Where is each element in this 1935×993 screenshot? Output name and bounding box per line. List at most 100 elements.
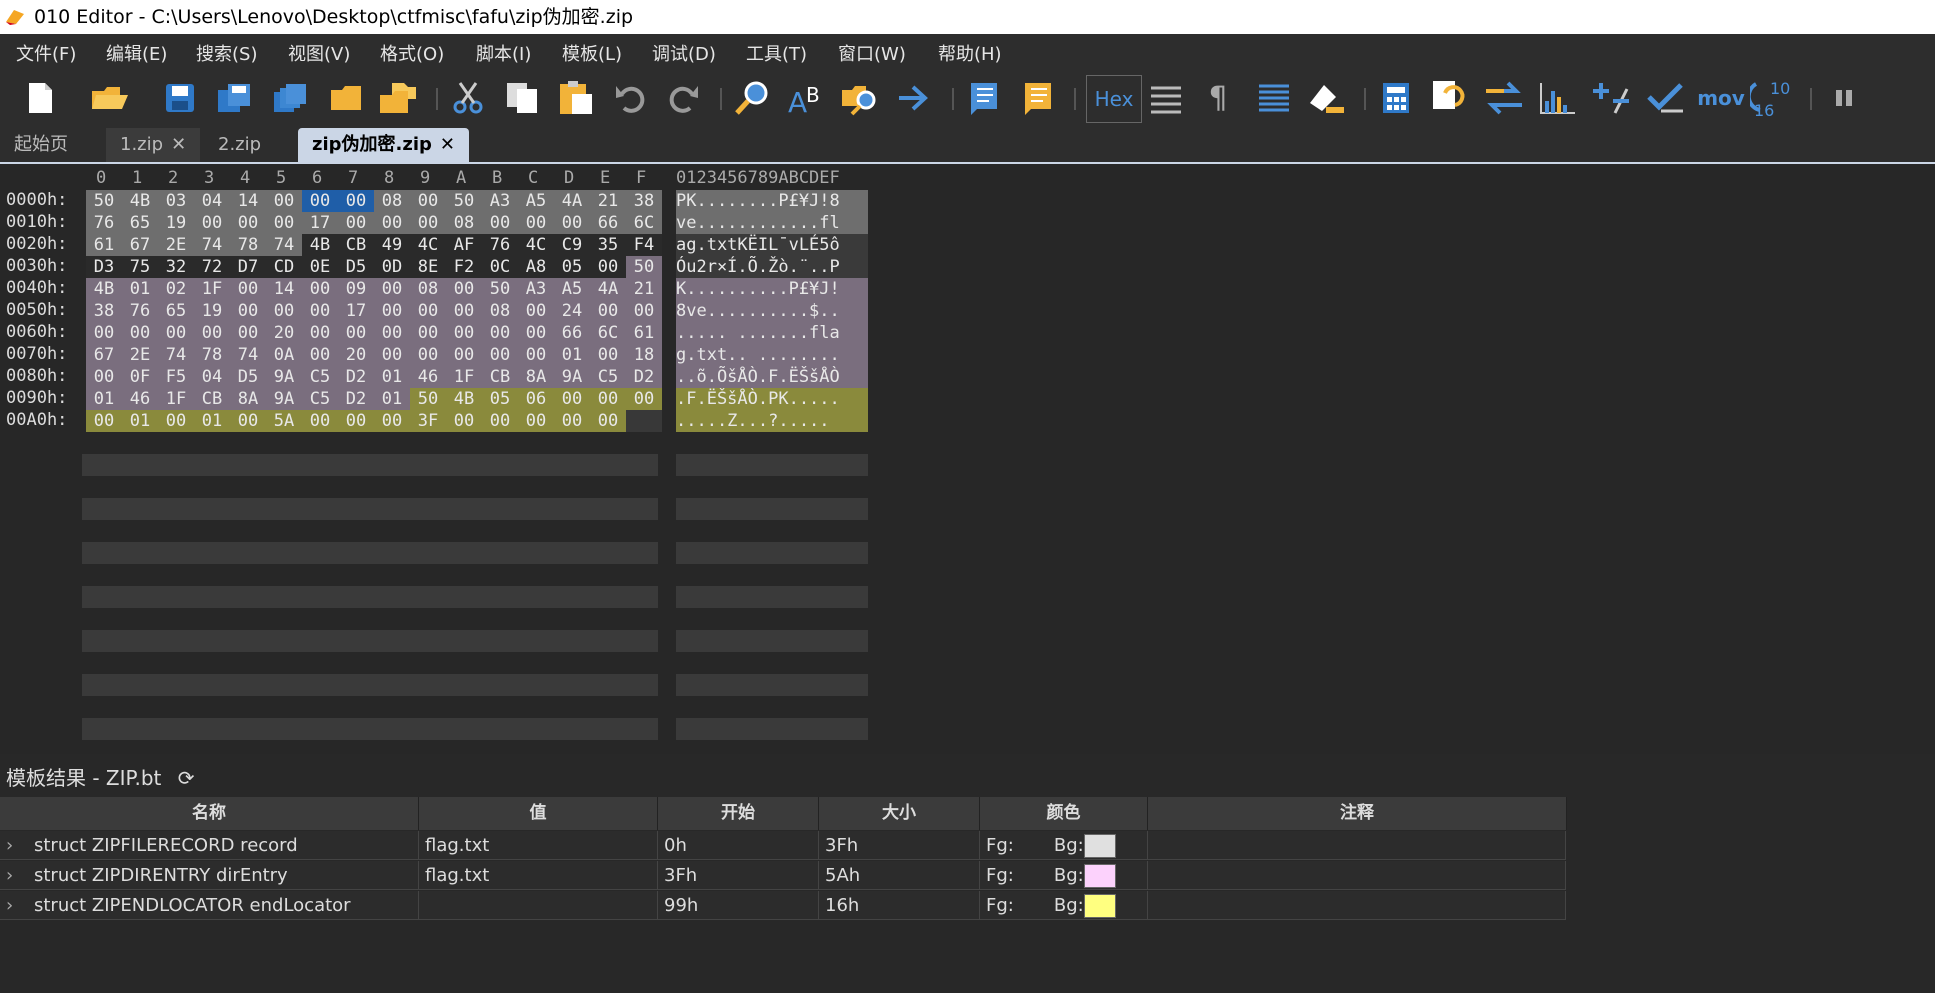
hex-byte[interactable]: 72 — [194, 256, 230, 278]
hex-byte[interactable]: 9A — [266, 366, 302, 388]
bg-color-swatch[interactable] — [1083, 894, 1116, 918]
hex-byte[interactable]: 65 — [122, 212, 158, 234]
hex-byte[interactable]: 00 — [482, 410, 518, 432]
menu-template[interactable]: 模板(L) — [562, 40, 622, 66]
hex-byte[interactable]: 00 — [446, 278, 482, 300]
ascii-row[interactable]: ag.txtKËIL¯vLÉ5ô — [676, 234, 840, 256]
hex-byte[interactable]: 3F — [410, 410, 446, 432]
hex-byte[interactable]: 01 — [374, 366, 410, 388]
hex-byte[interactable]: 61 — [86, 234, 122, 256]
hex-byte[interactable]: 6C — [590, 322, 626, 344]
hex-byte[interactable]: 18 — [626, 344, 662, 366]
save-icon[interactable] — [160, 78, 200, 118]
hex-byte[interactable]: 66 — [554, 322, 590, 344]
compare-icon[interactable] — [1430, 78, 1470, 118]
hex-byte[interactable]: 00 — [266, 190, 302, 212]
hex-byte[interactable]: 00 — [410, 190, 446, 212]
hex-byte[interactable]: 00 — [410, 300, 446, 322]
hex-byte[interactable]: 00 — [626, 300, 662, 322]
check-icon[interactable] — [1646, 78, 1686, 118]
base-converter-icon[interactable]: 10 16 — [1750, 78, 1796, 120]
undo-icon[interactable] — [610, 78, 650, 118]
hex-byte[interactable]: 01 — [194, 410, 230, 432]
hex-byte[interactable]: 76 — [86, 212, 122, 234]
hex-byte[interactable]: 9A — [554, 366, 590, 388]
tab-2-zip[interactable]: 2.zip — [204, 128, 275, 162]
template-row-color[interactable]: Fg: Bg: — [980, 831, 1148, 860]
chevron-right-icon[interactable]: › — [6, 831, 34, 860]
hex-byte[interactable]: 00 — [482, 322, 518, 344]
hex-byte[interactable]: 4A — [554, 190, 590, 212]
pilcrow-icon[interactable]: ¶ — [1198, 78, 1238, 118]
hex-byte[interactable]: 00 — [86, 366, 122, 388]
ascii-row[interactable]: Óu2r×Í.Õ.Žò.¨..P — [676, 256, 840, 278]
menu-help[interactable]: 帮助(H) — [938, 40, 1002, 66]
hex-byte[interactable]: D2 — [338, 366, 374, 388]
hex-byte[interactable]: CB — [194, 388, 230, 410]
disassembler-icon[interactable]: mov — [1697, 78, 1745, 118]
menu-debug[interactable]: 调试(D) — [652, 40, 716, 66]
hex-byte[interactable]: 21 — [626, 278, 662, 300]
hex-byte[interactable]: 4B — [302, 234, 338, 256]
hex-byte[interactable]: 4B — [446, 388, 482, 410]
hex-byte[interactable]: 04 — [194, 190, 230, 212]
template-row-comment[interactable] — [1148, 861, 1566, 890]
hex-byte[interactable]: F2 — [446, 256, 482, 278]
hex-byte[interactable]: 00 — [446, 300, 482, 322]
ascii-row[interactable]: K..........P£¥J! — [676, 278, 840, 300]
tab-1-zip[interactable]: 1.zip ✕ — [106, 128, 201, 162]
hex-byte[interactable]: 00 — [446, 344, 482, 366]
menu-edit[interactable]: 编辑(E) — [106, 40, 167, 66]
hex-byte[interactable]: C5 — [302, 366, 338, 388]
menu-tools[interactable]: 工具(T) — [746, 40, 807, 66]
menu-search[interactable]: 搜索(S) — [196, 40, 257, 66]
col-header-start[interactable]: 开始 — [658, 797, 819, 830]
calculator-icon[interactable] — [1376, 78, 1416, 118]
hex-byte[interactable]: 00 — [482, 344, 518, 366]
hex-byte[interactable]: 00 — [230, 300, 266, 322]
hex-byte[interactable]: 8A — [518, 366, 554, 388]
hex-byte[interactable] — [626, 410, 662, 432]
hex-byte[interactable]: 00 — [590, 410, 626, 432]
hex-byte[interactable]: 17 — [302, 212, 338, 234]
template-row-color[interactable]: Fg: Bg: — [980, 891, 1148, 920]
hex-byte[interactable]: 00 — [338, 212, 374, 234]
hex-byte[interactable]: 00 — [626, 388, 662, 410]
close-icon[interactable]: ✕ — [440, 134, 455, 155]
hex-byte[interactable]: 00 — [374, 212, 410, 234]
hex-byte[interactable]: 00 — [446, 410, 482, 432]
hex-byte[interactable]: 20 — [338, 344, 374, 366]
template-row-value[interactable]: flag.txt — [419, 831, 658, 860]
hex-byte[interactable]: 2E — [158, 234, 194, 256]
hex-byte[interactable]: 05 — [554, 256, 590, 278]
open-folder-icon[interactable] — [90, 78, 130, 118]
hex-byte[interactable]: CB — [338, 234, 374, 256]
hex-byte[interactable]: 38 — [86, 300, 122, 322]
hex-byte[interactable]: 00 — [194, 322, 230, 344]
hex-byte[interactable]: 00 — [158, 410, 194, 432]
hex-byte[interactable]: 09 — [338, 278, 374, 300]
ascii-row[interactable]: ..õ.ÕšÅÒ.F.ËŠšÅÒ — [676, 366, 840, 388]
ascii-row[interactable]: ..... .......fla — [676, 322, 840, 344]
hex-byte[interactable]: 00 — [374, 344, 410, 366]
menu-window[interactable]: 窗口(W) — [838, 40, 906, 66]
hex-byte[interactable]: D2 — [626, 366, 662, 388]
hex-byte[interactable]: 00 — [374, 322, 410, 344]
ascii-row[interactable]: .....Z...?..... — [676, 410, 830, 432]
hex-byte[interactable]: 21 — [590, 190, 626, 212]
find-in-files-icon[interactable] — [840, 78, 880, 118]
hex-byte[interactable]: 4C — [410, 234, 446, 256]
paste-icon[interactable] — [556, 78, 596, 118]
template-row-start[interactable]: 99h — [658, 891, 819, 920]
hex-byte[interactable]: 8A — [230, 388, 266, 410]
hex-byte[interactable]: 00 — [230, 410, 266, 432]
col-header-comment[interactable]: 注释 — [1148, 797, 1567, 830]
template-row-comment[interactable] — [1148, 831, 1566, 860]
hex-byte[interactable]: 00 — [410, 322, 446, 344]
template-icon[interactable] — [1020, 78, 1060, 118]
hex-byte[interactable]: 00 — [518, 212, 554, 234]
hex-byte[interactable]: 50 — [626, 256, 662, 278]
hex-byte[interactable]: 00 — [338, 190, 374, 212]
hex-byte[interactable]: 02 — [158, 278, 194, 300]
new-file-icon[interactable] — [20, 78, 60, 118]
